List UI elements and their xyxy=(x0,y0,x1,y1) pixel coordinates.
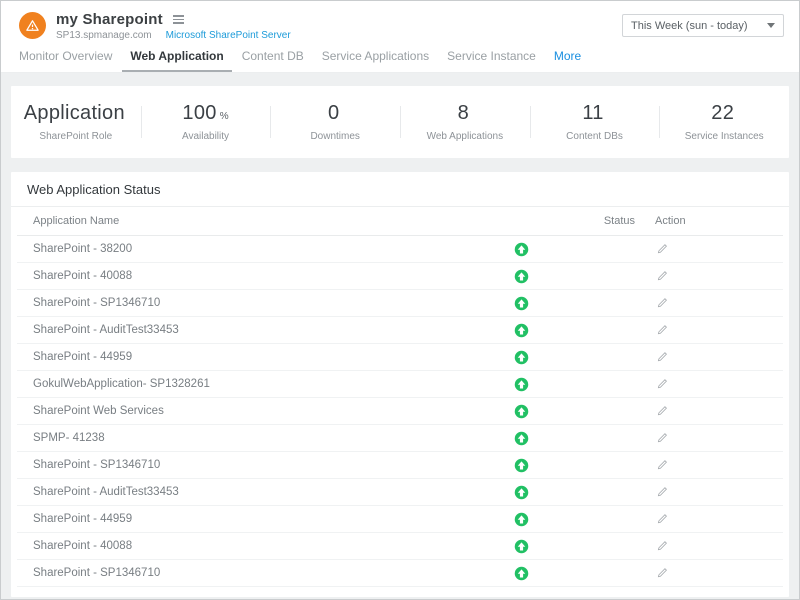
application-name: SharePoint - 38200 xyxy=(17,243,504,255)
application-name: SharePoint - 40088 xyxy=(17,270,504,282)
pencil-icon[interactable] xyxy=(655,538,670,553)
table-row: SharePoint - AuditTest33453 xyxy=(17,479,783,506)
arrow-up-circle-icon xyxy=(514,377,529,392)
pencil-icon[interactable] xyxy=(655,268,670,283)
warning-triangle-icon xyxy=(25,18,40,33)
arrow-up-circle-icon xyxy=(514,242,529,257)
table-row: SharePoint - 40088 xyxy=(17,263,783,290)
time-range-value: This Week (sun - today) xyxy=(631,20,748,32)
tab-service-applications[interactable]: Service Applications xyxy=(314,49,437,72)
table-row: SharePoint Web Services xyxy=(17,398,783,425)
pencil-icon[interactable] xyxy=(655,565,670,580)
web-application-status-card: Web Application Status Application Name … xyxy=(11,172,789,597)
stat-label: Availability xyxy=(182,131,229,142)
pencil-icon[interactable] xyxy=(655,349,670,364)
stat-value: 100 xyxy=(182,102,216,125)
stat-label: Content DBs xyxy=(566,131,623,142)
arrow-up-circle-icon xyxy=(514,539,529,554)
stat-cell: 8 Web Applications xyxy=(400,86,530,158)
stat-value: 11 xyxy=(582,102,603,125)
application-name: SharePoint - 44959 xyxy=(17,513,504,525)
pencil-icon[interactable] xyxy=(655,376,670,391)
monitor-title: my Sharepoint xyxy=(56,11,163,28)
arrow-up-circle-icon xyxy=(514,404,529,419)
stat-cell: Application SharePoint Role xyxy=(11,86,141,158)
stat-value: Application xyxy=(24,102,125,125)
application-name: GokulWebApplication- SP1328261 xyxy=(17,378,504,390)
pencil-icon[interactable] xyxy=(655,457,670,472)
column-header-action: Action xyxy=(643,215,783,227)
table-header-row: Application Name Status Action xyxy=(17,207,783,236)
pencil-icon[interactable] xyxy=(655,403,670,418)
server-type-link[interactable]: Microsoft SharePoint Server xyxy=(166,30,291,41)
stat-label: Downtimes xyxy=(310,131,359,142)
arrow-up-circle-icon xyxy=(514,485,529,500)
arrow-up-circle-icon xyxy=(514,512,529,527)
stat-cell: 11 Content DBs xyxy=(530,86,660,158)
arrow-up-circle-icon xyxy=(514,350,529,365)
arrow-up-circle-icon xyxy=(514,296,529,311)
application-name: SharePoint - SP1346710 xyxy=(17,297,504,309)
summary-stats-card: Application SharePoint Role 100 % Availa… xyxy=(11,86,789,158)
stat-cell: 100 % Availability xyxy=(141,86,271,158)
table-row: SharePoint - 44959 xyxy=(17,506,783,533)
pencil-icon[interactable] xyxy=(655,241,670,256)
tab-bar: Monitor OverviewWeb ApplicationContent D… xyxy=(1,49,799,73)
table-row: GokulWebApplication- SP1328261 xyxy=(17,371,783,398)
table-row: SharePoint - AuditTest33453 xyxy=(17,317,783,344)
tab-more[interactable]: More xyxy=(546,49,589,72)
stat-value: 0 xyxy=(328,102,339,125)
pencil-icon[interactable] xyxy=(655,484,670,499)
column-header-application-name: Application Name xyxy=(17,215,504,227)
tab-content-db[interactable]: Content DB xyxy=(234,49,312,72)
application-name: SharePoint - SP1346710 xyxy=(17,567,504,579)
pencil-icon[interactable] xyxy=(655,295,670,310)
pencil-icon[interactable] xyxy=(655,511,670,526)
table-row: SharePoint - 40088 xyxy=(17,533,783,560)
stat-value: 22 xyxy=(711,102,734,125)
pencil-icon[interactable] xyxy=(655,430,670,445)
table-body: SharePoint - 38200 xyxy=(11,236,789,587)
tab-service-instance[interactable]: Service Instance xyxy=(439,49,544,72)
pencil-icon[interactable] xyxy=(655,322,670,337)
arrow-up-circle-icon xyxy=(514,431,529,446)
arrow-up-circle-icon xyxy=(514,269,529,284)
table-row: SharePoint - 44959 xyxy=(17,344,783,371)
column-header-status: Status xyxy=(539,215,643,227)
application-name: SharePoint - AuditTest33453 xyxy=(17,324,504,336)
application-name: SharePoint - SP1346710 xyxy=(17,459,504,471)
header: my Sharepoint SP13.spmanage.com Microsof… xyxy=(1,1,799,49)
stat-label: SharePoint Role xyxy=(39,131,112,142)
time-range-select[interactable]: This Week (sun - today) xyxy=(622,14,784,37)
monitor-title-block: my Sharepoint SP13.spmanage.com Microsof… xyxy=(56,9,291,41)
stat-label: Service Instances xyxy=(685,131,764,142)
application-name: SPMP- 41238 xyxy=(17,432,504,444)
stat-cell: 22 Service Instances xyxy=(659,86,789,158)
stat-cell: 0 Downtimes xyxy=(270,86,400,158)
application-name: SharePoint Web Services xyxy=(17,405,504,417)
monitor-logo xyxy=(19,12,46,39)
application-name: SharePoint - 44959 xyxy=(17,351,504,363)
arrow-up-circle-icon xyxy=(514,566,529,581)
arrow-up-circle-icon xyxy=(514,323,529,338)
stat-label: Web Applications xyxy=(427,131,504,142)
arrow-up-circle-icon xyxy=(514,458,529,473)
stat-value: 8 xyxy=(458,102,469,125)
tab-web-application[interactable]: Web Application xyxy=(122,49,231,72)
tab-monitor-overview[interactable]: Monitor Overview xyxy=(11,49,120,72)
table-row: SharePoint - SP1346710 xyxy=(17,560,783,587)
table-row: SPMP- 41238 xyxy=(17,425,783,452)
table-row: SharePoint - SP1346710 xyxy=(17,290,783,317)
chevron-down-icon xyxy=(767,23,775,28)
table-title: Web Application Status xyxy=(11,172,789,207)
sharepoint-monitor-window: my Sharepoint SP13.spmanage.com Microsof… xyxy=(0,0,800,600)
stat-unit: % xyxy=(220,111,229,122)
application-name: SharePoint - 40088 xyxy=(17,540,504,552)
monitor-host: SP13.spmanage.com xyxy=(56,30,152,41)
content-area: Application SharePoint Role 100 % Availa… xyxy=(1,73,799,599)
application-name: SharePoint - AuditTest33453 xyxy=(17,486,504,498)
table-row: SharePoint - 38200 xyxy=(17,236,783,263)
table-row: SharePoint - SP1346710 xyxy=(17,452,783,479)
menu-icon[interactable] xyxy=(171,13,186,26)
